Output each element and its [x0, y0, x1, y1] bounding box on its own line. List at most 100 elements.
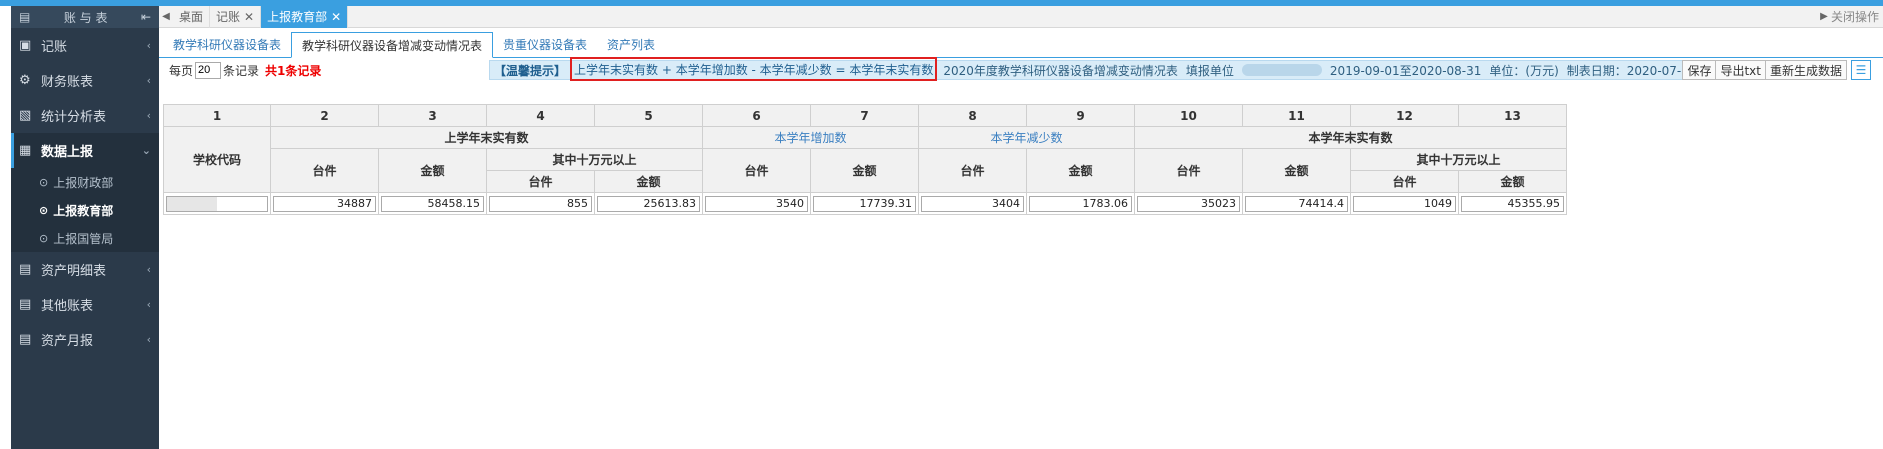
- cell-input[interactable]: 1783.06: [1029, 195, 1132, 212]
- records-label: 条记录: [223, 63, 260, 78]
- sidebar-menu: ▤ 账 与 表 ⇤ ▣ 记账 ‹ ⚙ 财务账表 ‹ ▧ 统计分析表 ‹ ▦ 数据…: [11, 6, 159, 449]
- list-icon: ▤: [19, 332, 32, 347]
- cell-input[interactable]: 3404: [921, 195, 1024, 212]
- school-code-input[interactable]: [166, 195, 268, 212]
- sidebar-item-label: 财务账表: [41, 75, 94, 90]
- table-cell: [163, 192, 271, 215]
- sidebar-item-asset-detail[interactable]: ▤ 资产明细表 ‹: [11, 252, 159, 287]
- sidebar-subitem-label: 上报国管局: [53, 231, 114, 246]
- chevron-left-icon: ‹: [146, 109, 151, 122]
- sidebar-item-label: 其他账表: [41, 299, 94, 314]
- hint-formula: 上学年末实有数 + 本学年增加数 - 本学年减少数 = 本学年末实有数: [570, 57, 938, 81]
- col-number: 10: [1134, 104, 1243, 127]
- sidebar-edge: [0, 6, 11, 449]
- tab-asset-list[interactable]: 资产列表: [597, 31, 665, 57]
- report-period: 2019-09-01至2020-08-31: [1329, 63, 1482, 78]
- fill-unit-label: 填报单位: [1185, 63, 1234, 78]
- table-cell: 3404: [918, 192, 1027, 215]
- sidebar-item-data-report[interactable]: ▦ 数据上报 ⌄: [11, 133, 159, 168]
- list-icon: ▤: [19, 297, 32, 312]
- sidebar-header: ▤ 账 与 表 ⇤: [11, 6, 159, 28]
- close-icon[interactable]: ✕: [331, 10, 341, 24]
- cell-input[interactable]: 34887: [273, 195, 376, 212]
- report-table: 1 2 3 4 5 6 7 8 9 10 11 12 13 学校代码 上学年末实…: [163, 104, 1567, 215]
- school-code-header: 学校代码: [163, 126, 271, 193]
- chevron-left-icon: ‹: [146, 333, 151, 346]
- col-number: 8: [918, 104, 1027, 127]
- cell-input[interactable]: 74414.4: [1245, 195, 1348, 212]
- sidebar-item-financial-reports[interactable]: ⚙ 财务账表 ‹: [11, 63, 159, 98]
- tab-precious-equipment-table[interactable]: 贵重仪器设备表: [493, 31, 597, 57]
- col-number: 2: [270, 104, 379, 127]
- sidebar-subitem-education-ministry[interactable]: ⊙ 上报教育部: [11, 196, 159, 224]
- page-tab-bar: ◀ 桌面 记账 ✕ 上报教育部 ✕ ▶ 关闭操作: [159, 5, 1883, 28]
- close-icon[interactable]: ✕: [244, 10, 254, 24]
- cell-input[interactable]: 45355.95: [1461, 195, 1564, 212]
- count-header: 台件: [1134, 148, 1243, 193]
- count-header: 台件: [1350, 170, 1459, 193]
- sidebar-subitem-label: 上报教育部: [53, 203, 114, 218]
- per-page-input[interactable]: [195, 61, 222, 79]
- tab-scroll-right-icon[interactable]: ▶: [1817, 11, 1831, 22]
- redacted-unit-name: [1241, 64, 1322, 76]
- cell-input[interactable]: 1049: [1353, 195, 1456, 212]
- export-txt-button[interactable]: 导出txt: [1715, 60, 1766, 80]
- menu-icon[interactable]: ☰: [1851, 60, 1871, 80]
- cell-input[interactable]: 855: [489, 195, 592, 212]
- radio-circle-icon: ⊙: [39, 231, 49, 245]
- sidebar-subitem-label: 上报财政部: [53, 175, 114, 190]
- count-header: 台件: [702, 148, 811, 193]
- chevron-down-icon: ⌄: [141, 144, 151, 157]
- chevron-left-icon: ‹: [146, 74, 151, 87]
- table-cell: 45355.95: [1458, 192, 1567, 215]
- sidebar-item-statistics[interactable]: ▧ 统计分析表 ‹: [11, 98, 159, 133]
- sidebar-subitem-state-bureau[interactable]: ⊙ 上报国管局: [11, 224, 159, 252]
- cell-input[interactable]: 35023: [1137, 195, 1240, 212]
- col-number: 7: [810, 104, 919, 127]
- cell-input[interactable]: 25613.83: [597, 195, 700, 212]
- regenerate-button[interactable]: 重新生成数据: [1764, 60, 1847, 80]
- table-cell: 35023: [1134, 192, 1243, 215]
- chart-icon: ▧: [19, 108, 32, 123]
- count-header: 台件: [918, 148, 1027, 193]
- prev-year-end-header: 上学年末实有数: [270, 126, 703, 149]
- book-icon: ▣: [19, 38, 32, 53]
- tab-desktop[interactable]: 桌面: [173, 5, 211, 28]
- cell-input[interactable]: 58458.15: [381, 195, 484, 212]
- total-records: 共1条记录: [265, 63, 322, 78]
- sidebar-item-label: 资产月报: [41, 334, 94, 349]
- sidebar-item-label: 资产明细表: [41, 264, 107, 279]
- sidebar-header-label: 账 与 表: [63, 10, 108, 25]
- tab-education-report[interactable]: 上报教育部 ✕: [261, 5, 349, 28]
- col-number: 5: [594, 104, 703, 127]
- tab-bookkeeping[interactable]: 记账 ✕: [210, 5, 262, 28]
- sidebar-item-label: 记账: [41, 40, 68, 55]
- col-number: 1: [163, 104, 271, 127]
- table-cell: 25613.83: [594, 192, 703, 215]
- cell-input[interactable]: 17739.31: [813, 195, 916, 212]
- amount-header: 金额: [1026, 148, 1135, 193]
- tab-equipment-change-table[interactable]: 教学科研仪器设备增减变动情况表: [291, 32, 494, 58]
- col-number: 3: [378, 104, 487, 127]
- sidebar-item-bookkeeping[interactable]: ▣ 记账 ‹: [11, 28, 159, 63]
- amount-header: 金额: [1458, 170, 1567, 193]
- save-button[interactable]: 保存: [1682, 60, 1717, 80]
- this-year-end-header: 本学年末实有数: [1134, 126, 1567, 149]
- sidebar-subitem-finance-ministry[interactable]: ⊙ 上报财政部: [11, 168, 159, 196]
- cell-input[interactable]: 3540: [705, 195, 808, 212]
- over-100k-header: 其中十万元以上: [1350, 148, 1567, 171]
- sidebar-item-asset-monthly[interactable]: ▤ 资产月报 ‹: [11, 322, 159, 357]
- action-buttons: 保存 导出txt 重新生成数据 ☰: [1682, 60, 1871, 80]
- per-page-label: 每页: [169, 63, 194, 78]
- tab-scroll-left-icon[interactable]: ◀: [159, 11, 173, 22]
- report-date: 制表日期：2020-07-28: [1566, 63, 1697, 78]
- close-operations-button[interactable]: 关闭操作: [1831, 8, 1883, 25]
- tab-equipment-table[interactable]: 教学科研仪器设备表: [163, 31, 291, 57]
- amount-header: 金额: [594, 170, 703, 193]
- sidebar-item-other-reports[interactable]: ▤ 其他账表 ‹: [11, 287, 159, 322]
- collapse-icon[interactable]: ⇤: [141, 10, 151, 24]
- panel-icon: ▤: [19, 10, 31, 24]
- tab-label: 桌面: [179, 10, 204, 24]
- sidebar-item-label: 数据上报: [41, 145, 94, 160]
- report-info: 2020年度教学科研仪器设备增减变动情况表 填报单位 2019-09-01至20…: [937, 62, 1710, 79]
